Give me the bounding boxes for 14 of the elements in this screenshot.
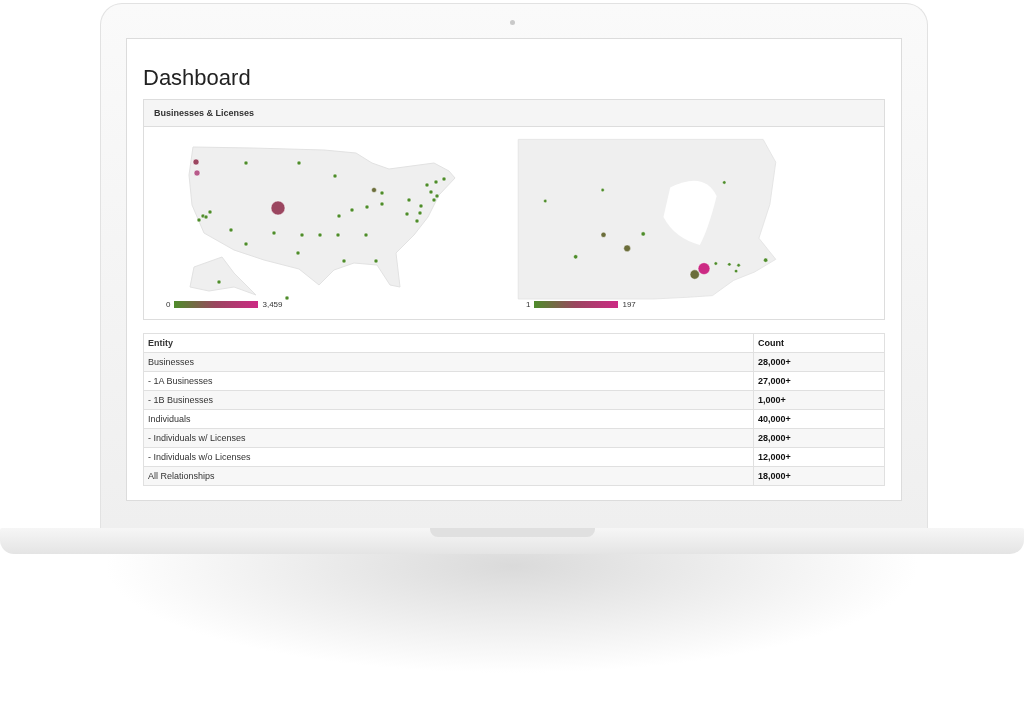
panel-title: Businesses & Licenses (144, 100, 884, 127)
table-cell: - Individuals w/o Licenses (143, 447, 754, 467)
table-cell: 27,000+ (753, 371, 885, 391)
table-cell: Individuals (143, 409, 754, 429)
table-cell: - 1A Businesses (143, 371, 754, 391)
page-title: Dashboard (143, 65, 252, 91)
column-header: Entity (143, 333, 754, 353)
table-cell: 12,000+ (753, 447, 885, 467)
legend-max: 197 (622, 300, 636, 309)
legend-min: 0 (166, 300, 171, 309)
legend-min: 1 (526, 300, 531, 309)
column-header: Count (753, 333, 885, 353)
table-cell: 40,000+ (753, 409, 885, 429)
legend-max: 3,459 (262, 300, 283, 309)
